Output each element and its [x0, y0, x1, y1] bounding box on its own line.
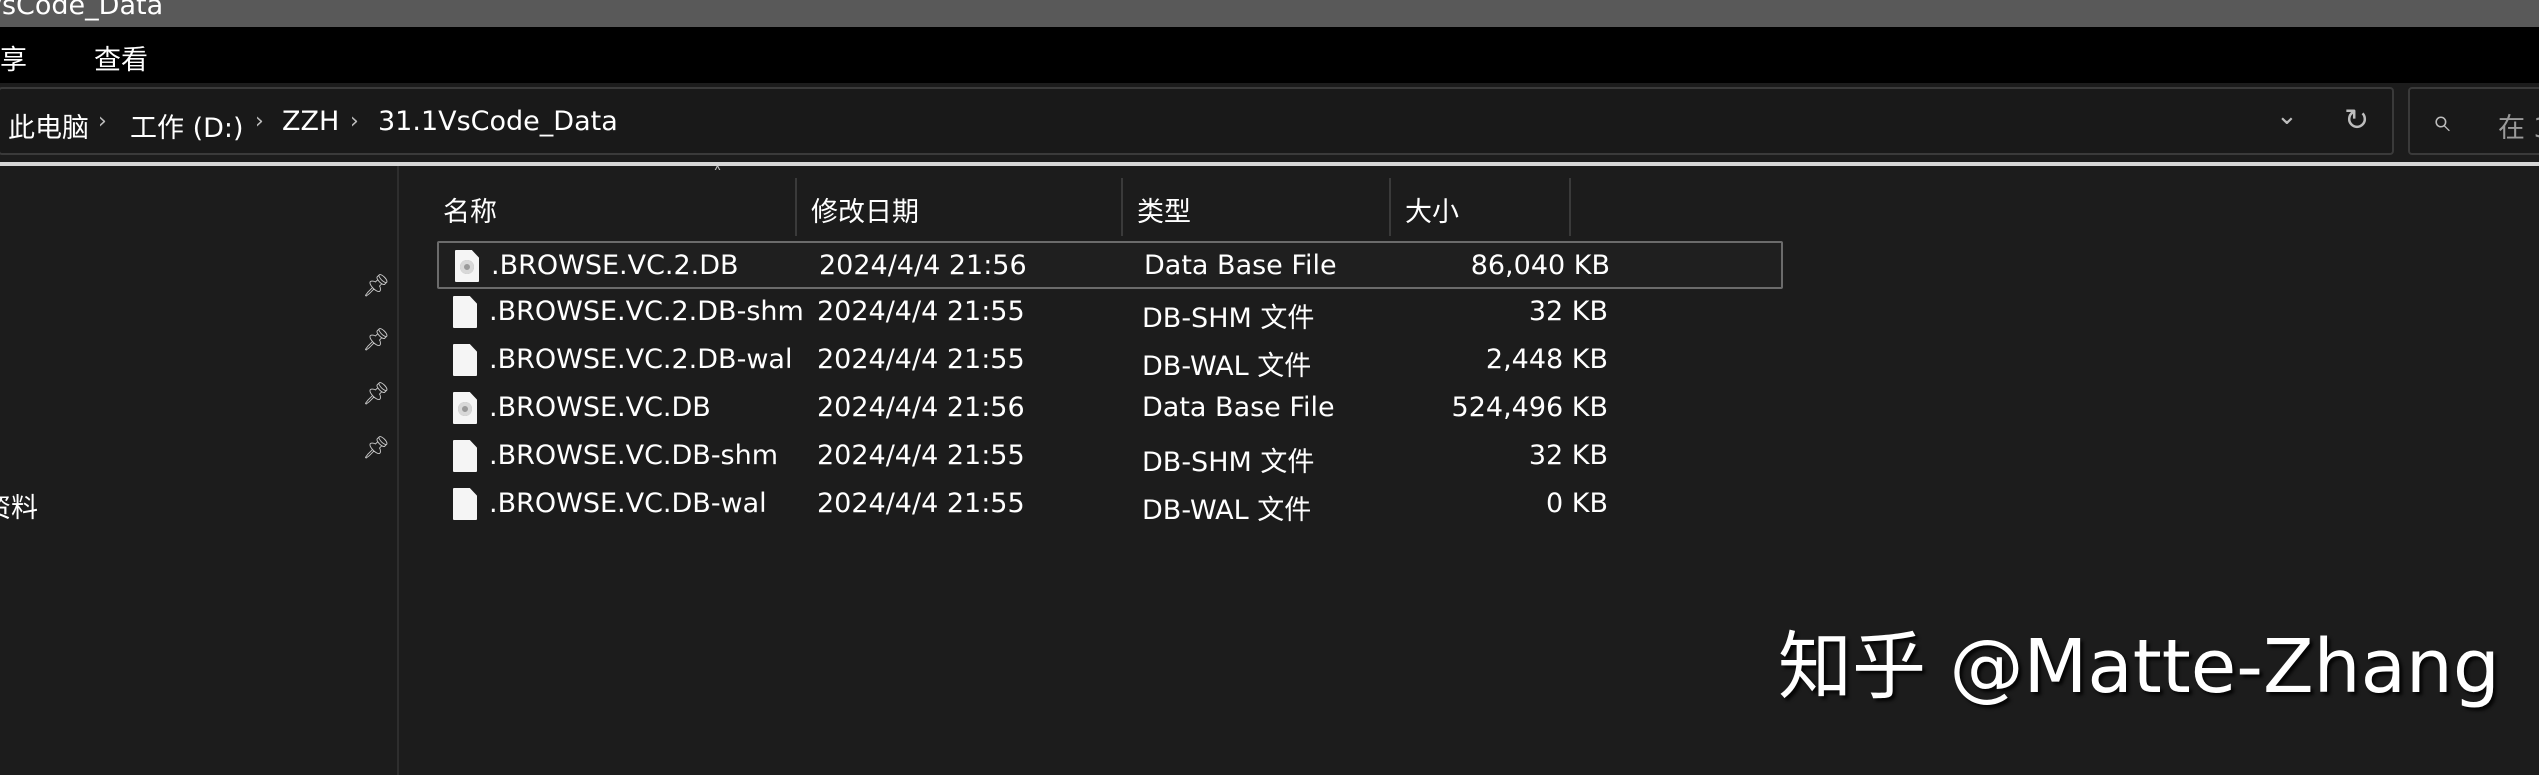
watermark: 知乎 @Matte-Zhang [1778, 624, 2500, 710]
file-name: .BROWSE.VC.DB-shm [489, 440, 779, 471]
column-header-size[interactable]: 大小 [1391, 178, 1571, 236]
search-placeholder: 在 3 [2498, 113, 2539, 144]
chevron-down-icon[interactable]: ⌄ [2276, 101, 2298, 131]
file-size: 32 KB [1528, 440, 1608, 471]
refresh-icon[interactable]: ↻ [2344, 103, 2369, 138]
file-type: DB-WAL 文件 [1142, 351, 1312, 382]
table-row[interactable]: .BROWSE.VC.DB-wal 2024/4/4 21:55 DB-WAL … [437, 481, 1783, 529]
file-name: .BROWSE.VC.DB [489, 392, 711, 423]
database-file-icon [453, 392, 477, 424]
blank-file-icon [453, 296, 477, 328]
navigation-pane: 📌︎ 📌︎ 📌︎ 📌︎ 资料 [0, 166, 399, 775]
file-size: 2,448 KB [1485, 344, 1608, 375]
menu-bar: 共享 查看 [0, 27, 2539, 83]
search-box[interactable]: ⌕ 在 3 [2408, 87, 2539, 155]
file-size: 86,040 KB [1470, 250, 1610, 281]
file-type: Data Base File [1144, 250, 1337, 281]
menu-share[interactable]: 共享 [0, 38, 27, 77]
file-name: .BROWSE.VC.DB-wal [489, 488, 767, 519]
nav-item-label[interactable]: 资料 [0, 486, 38, 525]
address-row: 此电脑 › 工作 (D:) › ZZH › 31.1VsCode_Data ⌄ … [0, 83, 2539, 166]
breadcrumb-zzh[interactable]: ZZH [282, 106, 339, 137]
search-icon: ⌕ [2432, 101, 2450, 139]
breadcrumb-this-pc[interactable]: 此电脑 [8, 106, 89, 145]
pin-icon[interactable]: 📌︎ [362, 436, 390, 461]
file-type: DB-SHM 文件 [1142, 447, 1315, 478]
column-header-type[interactable]: 类型 [1123, 178, 1391, 236]
column-header-date[interactable]: 修改日期 [797, 178, 1123, 236]
file-type: Data Base File [1142, 392, 1335, 423]
file-size: 32 KB [1528, 296, 1608, 327]
breadcrumb-current-folder[interactable]: 31.1VsCode_Data [378, 106, 618, 137]
file-date: 2024/4/4 21:55 [817, 440, 1025, 471]
pin-icon[interactable]: 📌︎ [362, 328, 390, 353]
file-type: DB-SHM 文件 [1142, 303, 1315, 334]
file-date: 2024/4/4 21:56 [817, 392, 1025, 423]
pin-icon[interactable]: 📌︎ [362, 382, 390, 407]
table-row[interactable]: .BROWSE.VC.2.DB-shm 2024/4/4 21:55 DB-SH… [437, 289, 1783, 337]
title-bar: vsCode_Data [0, 0, 2539, 27]
file-type: DB-WAL 文件 [1142, 495, 1312, 526]
file-name: .BROWSE.VC.2.DB-wal [489, 344, 793, 375]
table-row[interactable]: .BROWSE.VC.2.DB-wal 2024/4/4 21:55 DB-WA… [437, 337, 1783, 385]
pin-icon[interactable]: 📌︎ [362, 274, 390, 299]
file-name: .BROWSE.VC.2.DB-shm [489, 296, 804, 327]
table-row[interactable]: .BROWSE.VC.DB 2024/4/4 21:56 Data Base F… [437, 385, 1783, 433]
blank-file-icon [453, 488, 477, 520]
menu-view[interactable]: 查看 [94, 38, 148, 77]
database-file-icon [455, 250, 479, 282]
table-row[interactable]: .BROWSE.VC.2.DB 2024/4/4 21:56 Data Base… [437, 241, 1783, 289]
column-header-name[interactable]: 名称 [429, 178, 797, 236]
file-size: 524,496 KB [1451, 392, 1608, 423]
file-date: 2024/4/4 21:55 [817, 296, 1025, 327]
file-size: 0 KB [1546, 488, 1608, 519]
address-bar[interactable]: 此电脑 › 工作 (D:) › ZZH › 31.1VsCode_Data ⌄ … [0, 87, 2394, 155]
file-date: 2024/4/4 21:55 [817, 344, 1025, 375]
chevron-right-icon[interactable]: › [350, 109, 359, 134]
blank-file-icon [453, 440, 477, 472]
breadcrumb-drive-d[interactable]: 工作 (D:) [130, 106, 244, 145]
chevron-right-icon[interactable]: › [98, 109, 107, 134]
blank-file-icon [453, 344, 477, 376]
file-date: 2024/4/4 21:55 [817, 488, 1025, 519]
file-name: .BROWSE.VC.2.DB [491, 250, 739, 281]
window-title: vsCode_Data [0, 0, 164, 21]
table-row[interactable]: .BROWSE.VC.DB-shm 2024/4/4 21:55 DB-SHM … [437, 433, 1783, 481]
chevron-right-icon[interactable]: › [255, 109, 264, 134]
file-date: 2024/4/4 21:56 [819, 250, 1027, 281]
